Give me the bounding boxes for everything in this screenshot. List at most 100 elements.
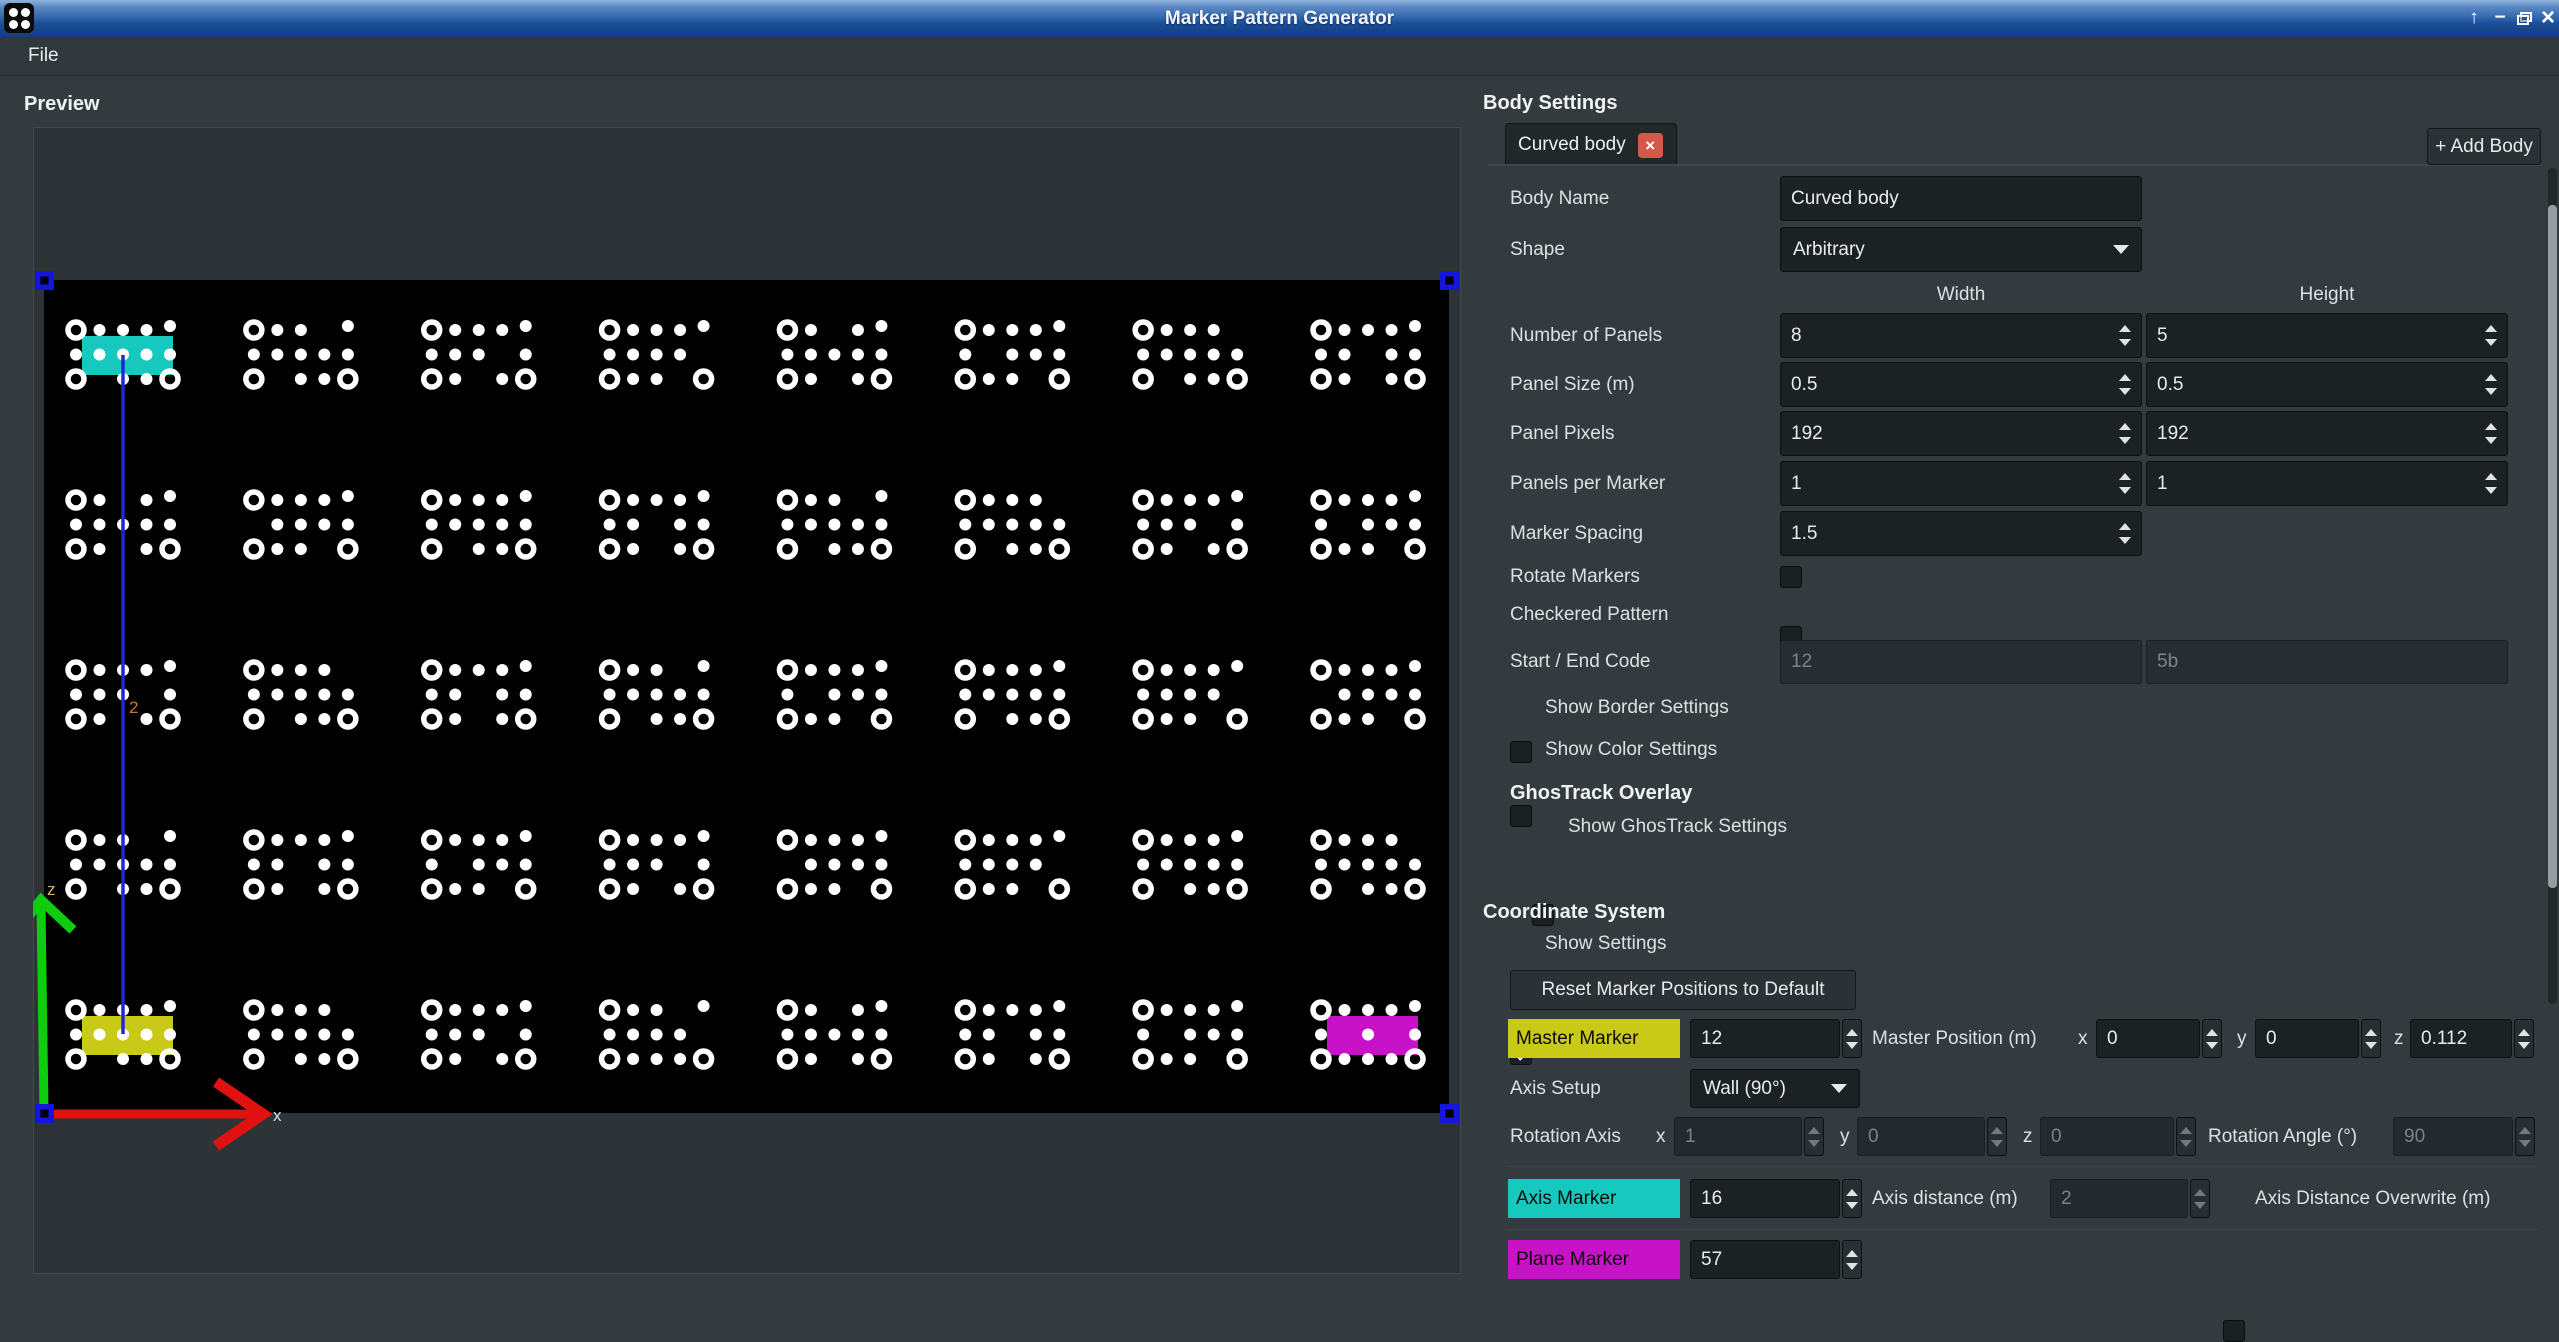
panel-size-width-input[interactable]: 0.5 xyxy=(1780,362,2142,407)
axis-distance-value: 2 xyxy=(2061,1188,2072,1210)
body-name-value: Curved body xyxy=(1791,188,1899,210)
master-y-input[interactable]: 0 xyxy=(2255,1019,2359,1058)
rotation-z-spinner[interactable] xyxy=(2176,1117,2196,1156)
rotation-z-input[interactable]: 0 xyxy=(2040,1117,2174,1156)
master-z-input[interactable]: 0.112 xyxy=(2410,1019,2512,1058)
panel-size-height-input[interactable]: 0.5 xyxy=(2146,362,2508,407)
master-x-label: x xyxy=(2078,1019,2088,1058)
rotation-angle-value: 90 xyxy=(2404,1126,2425,1148)
panel-size-width-value: 0.5 xyxy=(1791,374,1817,396)
axis-distance-overwrite-checkbox[interactable] xyxy=(2223,1320,2245,1342)
rotate-markers-checkbox[interactable] xyxy=(1780,566,1802,588)
chevron-down-icon xyxy=(2113,245,2129,254)
show-border-settings-checkbox[interactable] xyxy=(1510,741,1532,763)
end-code-input[interactable]: 5b xyxy=(2146,640,2508,684)
minimize-button[interactable]: − xyxy=(2488,4,2512,32)
marker-spacing-input[interactable]: 1.5 xyxy=(1780,511,2142,556)
maximize-button[interactable] xyxy=(2512,4,2536,32)
number-of-panels-width-input[interactable]: 8 xyxy=(1780,313,2142,358)
coordinate-system-title: Coordinate System xyxy=(1483,901,1665,924)
axis-setup-dropdown[interactable]: Wall (90°) xyxy=(1690,1069,1860,1108)
master-marker-spinner[interactable] xyxy=(1842,1019,1862,1058)
plane-marker-spinner[interactable] xyxy=(1842,1240,1862,1279)
start-end-code-label: Start / End Code xyxy=(1510,640,1650,684)
axis-setup-value: Wall (90°) xyxy=(1703,1078,1786,1100)
close-button[interactable]: × xyxy=(2536,4,2559,32)
body-name-input[interactable]: Curved body xyxy=(1780,176,2142,221)
master-marker-input[interactable]: 12 xyxy=(1690,1019,1840,1058)
master-marker-value: 12 xyxy=(1701,1028,1722,1050)
shape-value: Arbitrary xyxy=(1793,239,1865,261)
plane-marker-input[interactable]: 57 xyxy=(1690,1240,1840,1279)
axis-marker-spinner[interactable] xyxy=(1842,1179,1862,1218)
panel-pixels-height-input[interactable]: 192 xyxy=(2146,411,2508,456)
height-column-header: Height xyxy=(2146,284,2508,306)
rotation-x-label: x xyxy=(1656,1117,1666,1156)
master-z-label: z xyxy=(2394,1019,2404,1058)
panel-scrollbar[interactable] xyxy=(2548,168,2557,1004)
ghostrack-overlay-title: GhosTrack Overlay xyxy=(1510,782,1692,805)
rotation-y-value: 0 xyxy=(1868,1126,1879,1148)
coord-show-settings-label: Show Settings xyxy=(1545,933,1666,955)
number-of-panels-height-input[interactable]: 5 xyxy=(2146,313,2508,358)
shape-dropdown[interactable]: Arbitrary xyxy=(1780,227,2142,272)
restore-icon xyxy=(2517,12,2532,25)
tab-curved-body[interactable]: Curved body × xyxy=(1505,123,1677,166)
panel-pixels-width-input[interactable]: 192 xyxy=(1780,411,2142,456)
spinner-arrows[interactable] xyxy=(2479,374,2497,395)
panels-per-marker-label: Panels per Marker xyxy=(1510,461,1665,506)
start-code-input[interactable]: 12 xyxy=(1780,640,2142,684)
rotate-markers-label: Rotate Markers xyxy=(1510,566,1640,588)
section-divider xyxy=(1508,1229,2538,1230)
rotation-y-input[interactable]: 0 xyxy=(1857,1117,1985,1156)
shade-button[interactable]: ↑ xyxy=(2462,4,2486,32)
master-z-spinner[interactable] xyxy=(2514,1019,2534,1058)
rotation-x-spinner[interactable] xyxy=(1804,1117,1824,1156)
minimize-icon: − xyxy=(2494,7,2505,29)
panels-per-marker-height-value: 1 xyxy=(2157,473,2168,495)
rotation-angle-spinner[interactable] xyxy=(2515,1117,2535,1156)
plane-marker-chip: Plane Marker xyxy=(1508,1240,1680,1279)
start-code-value: 12 xyxy=(1791,651,1812,673)
show-color-settings-checkbox[interactable] xyxy=(1510,805,1532,827)
close-icon: × xyxy=(2541,4,2555,32)
spinner-arrows[interactable] xyxy=(2113,374,2131,395)
rotation-x-input[interactable]: 1 xyxy=(1674,1117,1802,1156)
axis-marker-input[interactable]: 16 xyxy=(1690,1179,1840,1218)
tab-close-icon[interactable]: × xyxy=(1638,133,1663,158)
axis-setup-label: Axis Setup xyxy=(1510,1069,1601,1108)
spinner-arrows[interactable] xyxy=(2113,523,2131,544)
panels-per-marker-height-input[interactable]: 1 xyxy=(2146,461,2508,506)
master-y-spinner[interactable] xyxy=(2361,1019,2381,1058)
show-color-settings-label: Show Color Settings xyxy=(1545,739,1717,761)
master-y-value: 0 xyxy=(2266,1028,2277,1050)
axis-distance-spinner[interactable] xyxy=(2190,1179,2210,1218)
width-column-header: Width xyxy=(1780,284,2142,306)
title-bar[interactable]: Marker Pattern Generator ↑ − × xyxy=(0,0,2559,38)
spinner-arrows[interactable] xyxy=(2479,325,2497,346)
rotation-y-spinner[interactable] xyxy=(1987,1117,2007,1156)
scrollbar-thumb[interactable] xyxy=(2548,205,2557,888)
spinner-arrows[interactable] xyxy=(2113,325,2131,346)
reset-marker-positions-button[interactable]: Reset Marker Positions to Default xyxy=(1510,970,1856,1010)
rotation-y-label: y xyxy=(1840,1117,1850,1156)
panel-pixels-height-value: 192 xyxy=(2157,423,2189,445)
panels-per-marker-width-input[interactable]: 1 xyxy=(1780,461,2142,506)
preview-canvas[interactable]: 2 z x xyxy=(33,127,1461,1274)
number-of-panels-label: Number of Panels xyxy=(1510,313,1662,358)
spinner-arrows[interactable] xyxy=(2479,473,2497,494)
master-x-spinner[interactable] xyxy=(2202,1019,2222,1058)
marker-spacing-label: Marker Spacing xyxy=(1510,511,1643,556)
menu-file[interactable]: File xyxy=(20,37,67,75)
add-body-button[interactable]: + Add Body xyxy=(2427,128,2541,165)
spinner-arrows[interactable] xyxy=(2479,423,2497,444)
spinner-arrows[interactable] xyxy=(2113,473,2131,494)
rotation-angle-input[interactable]: 90 xyxy=(2393,1117,2513,1156)
rotation-angle-label: Rotation Angle (°) xyxy=(2208,1117,2357,1156)
axis-marker-value: 16 xyxy=(1701,1188,1722,1210)
spinner-arrows[interactable] xyxy=(2113,423,2131,444)
plane-marker-value: 57 xyxy=(1701,1249,1722,1271)
panel-pixels-width-value: 192 xyxy=(1791,423,1823,445)
master-x-input[interactable]: 0 xyxy=(2096,1019,2200,1058)
axis-distance-input[interactable]: 2 xyxy=(2050,1179,2188,1218)
